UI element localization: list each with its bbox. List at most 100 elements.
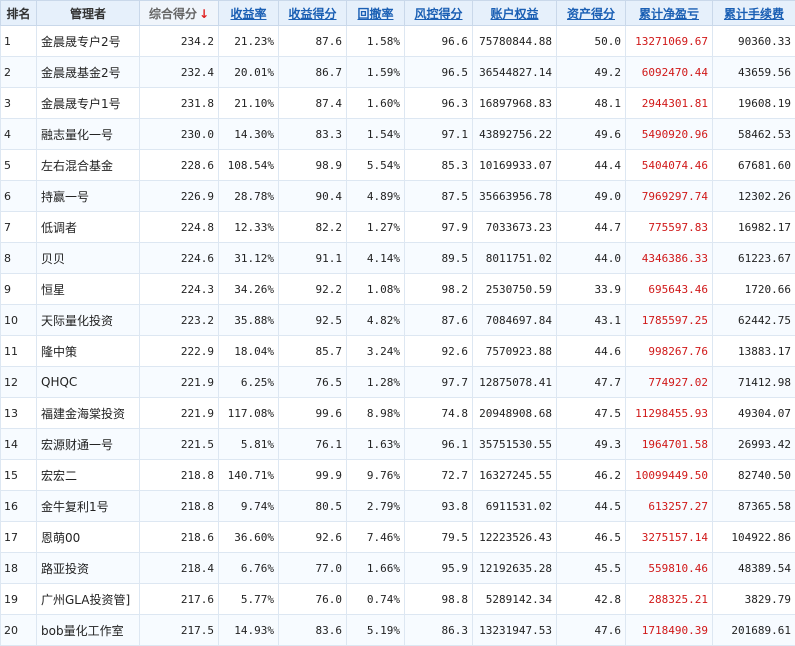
cell-total-score: 223.2 [140, 305, 219, 336]
cell-total-score: 230.0 [140, 119, 219, 150]
cell-asset-score: 47.5 [557, 398, 626, 429]
cell-asset-score: 48.1 [557, 88, 626, 119]
cell-manager: 隆中策 [37, 336, 140, 367]
table-header: 排名 管理者 综合得分↓ 收益率 收益得分 回撤率 风控得分 账户权益 资产得分… [1, 1, 795, 26]
cell-return-rate: 140.71% [219, 460, 279, 491]
cell-rank: 2 [1, 57, 37, 88]
cell-fees: 90360.33 [713, 26, 795, 57]
cell-fees: 1720.66 [713, 274, 795, 305]
cell-drawdown: 5.19% [347, 615, 405, 646]
cell-equity: 6911531.02 [473, 491, 557, 522]
header-total-score[interactable]: 综合得分↓ [140, 1, 219, 26]
cell-equity: 13231947.53 [473, 615, 557, 646]
cell-risk-score: 92.6 [405, 336, 473, 367]
cell-return-score: 99.6 [279, 398, 347, 429]
table-row: 19广州GLA投资管]217.65.77%76.00.74%98.8528914… [1, 584, 795, 615]
cell-return-score: 99.9 [279, 460, 347, 491]
table-row: 15宏宏二218.8140.71%99.99.76%72.716327245.5… [1, 460, 795, 491]
cell-return-rate: 21.10% [219, 88, 279, 119]
cell-risk-score: 96.5 [405, 57, 473, 88]
cell-return-score: 83.6 [279, 615, 347, 646]
cell-drawdown: 7.46% [347, 522, 405, 553]
cell-equity: 12192635.28 [473, 553, 557, 584]
ranking-table: 排名 管理者 综合得分↓ 收益率 收益得分 回撤率 风控得分 账户权益 资产得分… [0, 0, 795, 646]
header-return-rate[interactable]: 收益率 [219, 1, 279, 26]
cell-net-pnl: 775597.83 [626, 212, 713, 243]
header-equity[interactable]: 账户权益 [473, 1, 557, 26]
cell-return-score: 87.4 [279, 88, 347, 119]
cell-net-pnl: 1718490.39 [626, 615, 713, 646]
table-row: 2金晨晟基金2号232.420.01%86.71.59%96.536544827… [1, 57, 795, 88]
cell-return-score: 91.1 [279, 243, 347, 274]
cell-return-score: 92.5 [279, 305, 347, 336]
cell-rank: 16 [1, 491, 37, 522]
cell-rank: 5 [1, 150, 37, 181]
cell-net-pnl: 774927.02 [626, 367, 713, 398]
cell-manager: 低调者 [37, 212, 140, 243]
cell-rank: 15 [1, 460, 37, 491]
header-total-score-label[interactable]: 综合得分 [149, 7, 197, 21]
cell-rank: 19 [1, 584, 37, 615]
table-row: 1金晨晟专户2号234.221.23%87.61.58%96.675780844… [1, 26, 795, 57]
header-fees[interactable]: 累计手续费 [713, 1, 795, 26]
cell-equity: 7033673.23 [473, 212, 557, 243]
cell-asset-score: 44.4 [557, 150, 626, 181]
cell-manager: 左右混合基金 [37, 150, 140, 181]
cell-return-rate: 12.33% [219, 212, 279, 243]
cell-asset-score: 44.7 [557, 212, 626, 243]
cell-drawdown: 1.59% [347, 57, 405, 88]
header-asset-score[interactable]: 资产得分 [557, 1, 626, 26]
cell-equity: 75780844.88 [473, 26, 557, 57]
cell-equity: 12223526.43 [473, 522, 557, 553]
cell-return-rate: 6.76% [219, 553, 279, 584]
cell-net-pnl: 2944301.81 [626, 88, 713, 119]
cell-equity: 2530750.59 [473, 274, 557, 305]
cell-net-pnl: 5404074.46 [626, 150, 713, 181]
cell-equity: 7084697.84 [473, 305, 557, 336]
cell-equity: 20948908.68 [473, 398, 557, 429]
header-net-pnl[interactable]: 累计净盈亏 [626, 1, 713, 26]
cell-rank: 18 [1, 553, 37, 584]
cell-return-rate: 21.23% [219, 26, 279, 57]
cell-return-score: 76.5 [279, 367, 347, 398]
cell-rank: 8 [1, 243, 37, 274]
cell-fees: 61223.67 [713, 243, 795, 274]
cell-fees: 3829.79 [713, 584, 795, 615]
cell-total-score: 226.9 [140, 181, 219, 212]
table-row: 20bob量化工作室217.514.93%83.65.19%86.3132319… [1, 615, 795, 646]
cell-return-score: 90.4 [279, 181, 347, 212]
table-row: 8贝贝224.631.12%91.14.14%89.58011751.0244.… [1, 243, 795, 274]
cell-net-pnl: 1964701.58 [626, 429, 713, 460]
table-row: 14宏源财通一号221.55.81%76.11.63%96.135751530.… [1, 429, 795, 460]
header-risk-score[interactable]: 风控得分 [405, 1, 473, 26]
cell-rank: 7 [1, 212, 37, 243]
table-row: 13福建金海棠投资221.9117.08%99.68.98%74.8209489… [1, 398, 795, 429]
cell-risk-score: 89.5 [405, 243, 473, 274]
cell-return-score: 87.6 [279, 26, 347, 57]
cell-risk-score: 97.1 [405, 119, 473, 150]
cell-risk-score: 96.1 [405, 429, 473, 460]
cell-asset-score: 47.6 [557, 615, 626, 646]
header-drawdown[interactable]: 回撤率 [347, 1, 405, 26]
cell-equity: 10169933.07 [473, 150, 557, 181]
cell-total-score: 218.4 [140, 553, 219, 584]
cell-risk-score: 97.9 [405, 212, 473, 243]
cell-asset-score: 49.2 [557, 57, 626, 88]
table-row: 11隆中策222.918.04%85.73.24%92.67570923.884… [1, 336, 795, 367]
cell-rank: 17 [1, 522, 37, 553]
cell-risk-score: 98.8 [405, 584, 473, 615]
cell-risk-score: 86.3 [405, 615, 473, 646]
cell-risk-score: 85.3 [405, 150, 473, 181]
cell-return-score: 76.1 [279, 429, 347, 460]
cell-return-score: 77.0 [279, 553, 347, 584]
cell-fees: 58462.53 [713, 119, 795, 150]
cell-drawdown: 5.54% [347, 150, 405, 181]
cell-net-pnl: 3275157.14 [626, 522, 713, 553]
header-return-score[interactable]: 收益得分 [279, 1, 347, 26]
cell-drawdown: 4.82% [347, 305, 405, 336]
cell-return-rate: 14.30% [219, 119, 279, 150]
cell-return-score: 98.9 [279, 150, 347, 181]
cell-drawdown: 0.74% [347, 584, 405, 615]
cell-return-rate: 108.54% [219, 150, 279, 181]
cell-asset-score: 50.0 [557, 26, 626, 57]
